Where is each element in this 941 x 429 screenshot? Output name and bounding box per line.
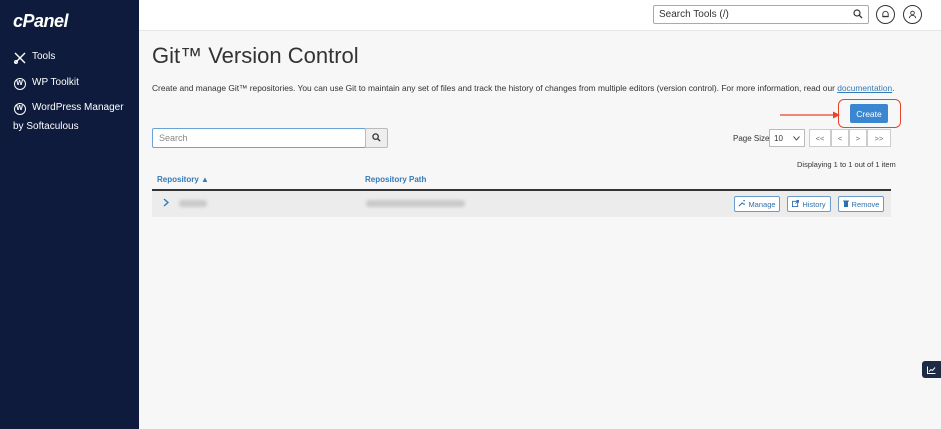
- trash-icon: [842, 200, 849, 209]
- page-size-select[interactable]: 10: [769, 129, 805, 147]
- repository-search-input[interactable]: Search: [152, 128, 366, 148]
- search-icon: [372, 129, 381, 147]
- bell-icon: [881, 6, 890, 24]
- page-size-label: Page Size: [733, 134, 770, 143]
- remove-label: Remove: [851, 199, 880, 209]
- column-header-repository-path[interactable]: Repository Path: [365, 175, 426, 184]
- search-tools-placeholder: Search Tools (/): [659, 9, 729, 20]
- user-icon: [908, 6, 917, 24]
- repository-search-button[interactable]: [365, 128, 388, 148]
- chart-toggle-button[interactable]: [922, 361, 941, 378]
- sidebar: cPanel Tools W WP Toolkit W WordPress Ma…: [0, 0, 139, 429]
- pager-first-button[interactable]: <<: [809, 129, 831, 147]
- external-link-icon: [792, 199, 800, 209]
- sidebar-item-label: by Softaculous: [13, 121, 79, 132]
- search-icon[interactable]: [853, 9, 863, 22]
- sidebar-item-label: WordPress Manager: [32, 102, 124, 113]
- sidebar-item-label: Tools: [32, 51, 56, 62]
- pager-next-button[interactable]: >: [849, 129, 867, 147]
- sidebar-item-wp-toolkit[interactable]: W WP Toolkit: [13, 77, 79, 90]
- remove-button[interactable]: Remove: [838, 196, 884, 212]
- pager-prev-button[interactable]: <: [831, 129, 849, 147]
- topbar: Search Tools (/): [139, 0, 941, 31]
- description-text: Create and manage Git™ repositories. You…: [152, 83, 838, 93]
- column-header-repository[interactable]: Repository ▲: [157, 175, 209, 184]
- page-title: Git™ Version Control: [152, 43, 359, 68]
- cpanel-logo[interactable]: cPanel: [13, 11, 69, 32]
- wordpress-icon: W: [13, 77, 26, 90]
- sidebar-item-wordpress-manager-sub[interactable]: by Softaculous: [13, 121, 79, 132]
- notifications-button[interactable]: [876, 5, 895, 24]
- redacted-repository-name: [179, 200, 207, 207]
- table-row: [152, 191, 891, 217]
- wrench-icon: [738, 199, 747, 209]
- manage-label: Manage: [748, 199, 776, 209]
- create-button[interactable]: Create: [850, 104, 888, 123]
- chevron-right-icon[interactable]: [163, 198, 170, 210]
- history-button[interactable]: History: [787, 196, 831, 212]
- manage-button[interactable]: Manage: [734, 196, 780, 212]
- tools-icon: [13, 51, 26, 64]
- annotation-arrow: [780, 107, 840, 125]
- sidebar-item-label: WP Toolkit: [32, 77, 79, 88]
- page-size-value: 10: [774, 133, 783, 143]
- chart-icon: [927, 361, 936, 379]
- page-description: Create and manage Git™ repositories. You…: [152, 83, 895, 93]
- wordpress-icon: W: [13, 102, 26, 115]
- user-menu-button[interactable]: [903, 5, 922, 24]
- search-tools-input[interactable]: Search Tools (/): [653, 5, 869, 24]
- displaying-count: Displaying 1 to 1 out of 1 item: [797, 160, 896, 169]
- documentation-link[interactable]: documentation: [837, 83, 892, 93]
- pager-last-button[interactable]: >>: [867, 129, 891, 147]
- history-label: History: [802, 199, 826, 209]
- description-suffix: .: [892, 83, 895, 93]
- sidebar-item-wordpress-manager[interactable]: W WordPress Manager: [13, 102, 124, 115]
- chevron-down-icon: [793, 134, 800, 143]
- redacted-repository-path: [366, 200, 465, 207]
- sidebar-item-tools[interactable]: Tools: [13, 51, 55, 64]
